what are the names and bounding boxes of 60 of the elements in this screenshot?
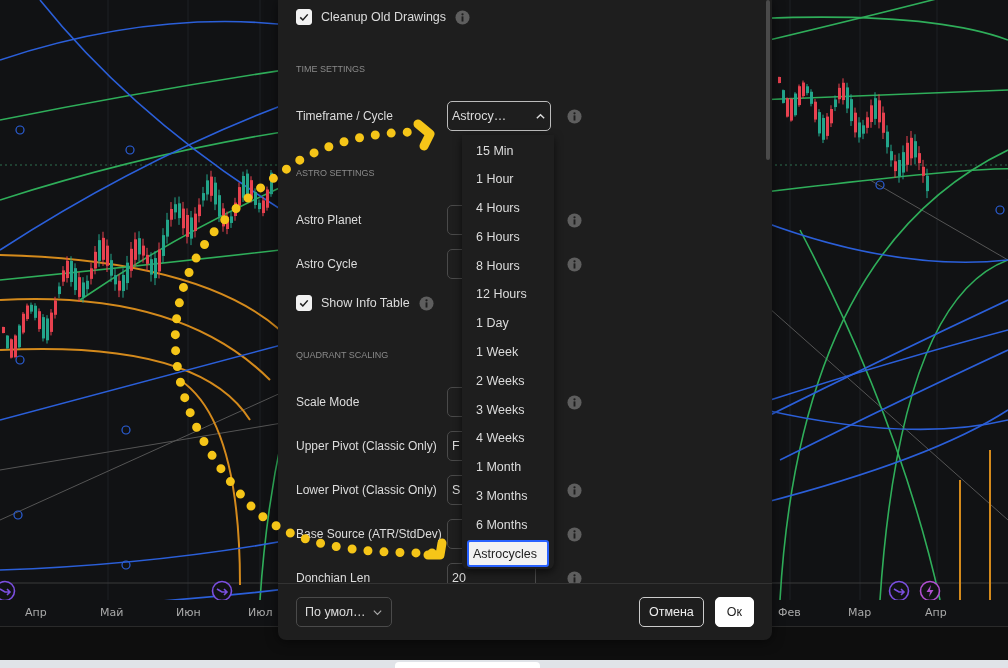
checkbox[interactable] (296, 295, 312, 311)
info-icon[interactable] (455, 9, 471, 25)
circle-marker (121, 560, 131, 570)
field-label: Upper Pivot (Classic Only) (296, 439, 438, 453)
info-icon[interactable] (567, 108, 582, 124)
section-heading: ASTRO SETTINGS (296, 168, 375, 178)
check-icon (298, 11, 310, 23)
cancel-button[interactable]: Отмена (638, 597, 704, 627)
dropdown-option[interactable]: Astrocycles (467, 540, 549, 568)
dropdown-option[interactable]: 3 Weeks (462, 396, 554, 424)
scrollbar[interactable] (766, 0, 770, 160)
axis-label: Мар (848, 606, 872, 619)
circle-marker (875, 180, 885, 190)
field-label: Donchian Len (296, 571, 372, 583)
check-icon (298, 297, 310, 309)
dropdown-option[interactable]: 8 Hours (462, 252, 554, 280)
info-icon[interactable] (567, 212, 582, 228)
dropdown-option[interactable]: 4 Hours (462, 194, 554, 222)
field-label: Astro Cycle (296, 257, 359, 271)
circle-marker (15, 125, 25, 135)
axis-label: Апр (25, 606, 47, 619)
checkbox[interactable] (296, 9, 312, 25)
info-icon[interactable] (567, 394, 582, 410)
dropdown-option[interactable]: 1 Month (462, 453, 554, 481)
field-label: Timeframe / Cycle (296, 109, 394, 123)
info-icon[interactable] (567, 482, 582, 498)
axis-label: Май (100, 606, 124, 619)
dropdown-option[interactable]: 3 Months (462, 482, 554, 510)
axis-label: Июл (248, 606, 273, 619)
info-icon[interactable] (418, 295, 434, 311)
section-heading: TIME SETTINGS (296, 64, 365, 74)
checkbox-label: Show Info Table (321, 296, 410, 310)
field-label: Astro Planet (296, 213, 363, 227)
circle-marker (13, 510, 23, 520)
checkbox-label: Cleanup Old Drawings (321, 10, 447, 24)
dropdown-option[interactable]: 6 Months (462, 511, 554, 539)
dropdown-option[interactable]: 15 Min (462, 137, 554, 164)
circle-marker (15, 355, 25, 365)
field-label: Scale Mode (296, 395, 361, 409)
dropdown-option[interactable]: 1 Week (462, 338, 554, 366)
dropdown-option[interactable]: 12 Hours (462, 281, 554, 308)
dropdown-option[interactable]: 2 Weeks (462, 367, 554, 395)
dropdown-option[interactable]: 4 Weeks (462, 424, 554, 452)
circle-marker (121, 425, 131, 435)
info-icon[interactable] (567, 526, 582, 542)
template-select[interactable]: По умол… (296, 597, 392, 627)
axis-label: Июн (176, 606, 201, 619)
select-field[interactable]: Astrocy… (447, 101, 551, 131)
field-label: Lower Pivot (Classic Only) (296, 483, 438, 497)
axis-label: Фев (778, 606, 801, 619)
dropdown-option[interactable]: 1 Day (462, 309, 554, 337)
circle-marker (995, 205, 1005, 215)
axis-label: Апр (925, 606, 947, 619)
circle-marker (125, 145, 135, 155)
dropdown-option[interactable]: 1 Hour (462, 165, 554, 193)
section-heading: QUADRANT SCALING (296, 350, 389, 360)
info-icon[interactable] (567, 570, 582, 583)
info-icon[interactable] (567, 256, 582, 272)
dropdown-option[interactable]: 6 Hours (462, 223, 554, 251)
ok-button[interactable]: Ок (714, 597, 754, 627)
